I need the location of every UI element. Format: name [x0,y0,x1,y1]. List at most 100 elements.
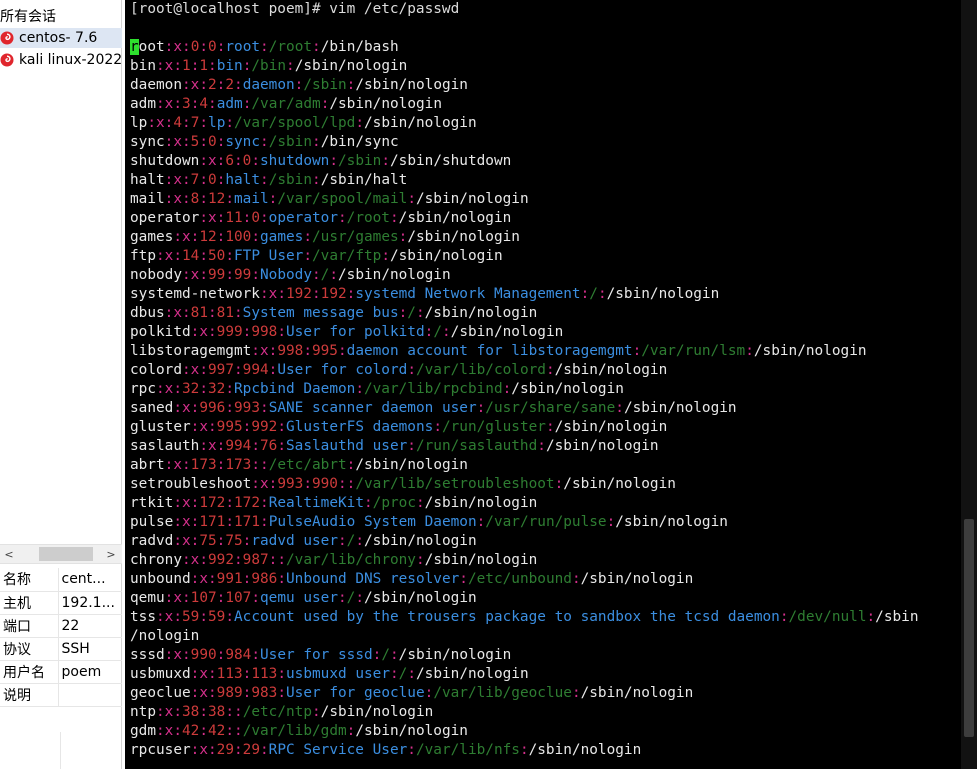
field-separator: : [234,704,243,720]
passwd-line: sssd:x:990:984:User for sssd:/:/sbin/nol… [130,646,919,665]
passwd-username: colord [130,362,182,378]
field-separator: : [208,96,217,112]
field-separator: : [173,96,183,112]
passwd-username-rest: oot [138,39,165,55]
scroll-left-arrow-icon[interactable]: < [0,545,18,563]
field-separator: : [182,39,191,55]
passwd-password: x [173,305,182,321]
field-separator: : [251,153,261,169]
property-row: 说明 [0,683,122,707]
scroll-right-arrow-icon[interactable]: > [102,545,120,563]
passwd-line: tss:x:59:59:Account used by the trousers… [130,608,919,627]
passwd-gecos: RealtimeKit [268,495,364,511]
field-separator: : [615,400,624,416]
field-separator: : [424,324,434,340]
passwd-gid: 1 [199,58,209,74]
passwd-password: x [199,742,208,758]
passwd-password: x [268,286,278,302]
field-separator: : [597,286,607,302]
passwd-shell: /sbin/nologin [580,685,694,701]
passwd-shell: /sbin/nologin [398,647,512,663]
passwd-home: /run/gluster [441,419,546,435]
passwd-home: /etc/abrt [268,457,347,473]
field-separator: : [260,134,269,150]
passwd-username: tss [130,609,156,625]
terminal-window[interactable]: [root@localhost poem]# vim /etc/passwd r… [125,0,977,769]
field-separator: : [234,723,243,739]
scrollbar-thumb[interactable] [964,519,974,737]
field-separator: : [476,514,486,530]
passwd-gecos: lp [208,115,226,131]
session-item-kali[interactable]: kali linux-2022 [0,50,122,70]
passwd-username: polkitd [130,324,191,340]
passwd-shell: /sbin/nologin [580,571,694,587]
field-separator: : [286,58,295,74]
passwd-shell: /sbin/nologin [415,191,529,207]
passwd-home: /var/spool/lpd [234,115,356,131]
field-separator: : [181,267,191,283]
passwd-uid: 172 [199,495,226,511]
passwd-line: rtkit:x:172:172:RealtimeKit:/proc:/sbin/… [130,494,919,513]
field-separator: : [234,77,243,93]
session-item-label: kali linux-2022 [19,52,122,68]
terminal-vertical-scrollbar[interactable] [961,0,977,769]
property-row: 协议 SSH [0,637,122,661]
field-separator: : [606,514,616,530]
passwd-password: x [173,191,182,207]
property-row: 用户名 poem [0,660,122,684]
field-separator: : [779,609,789,625]
passwd-password: x [199,571,208,587]
session-horizontal-scrollbar[interactable]: < > [0,544,122,564]
passwd-line: rpcuser:x:29:29:RPC Service User:/var/li… [130,741,919,760]
passwd-gecos: operator [268,210,338,226]
passwd-gid: 113 [251,666,278,682]
field-separator: : [312,134,321,150]
field-separator: : [208,324,217,340]
passwd-home: /etc/ntp [242,704,312,720]
field-separator: : [199,381,209,397]
passwd-gecos: System message bus [242,305,399,321]
field-separator: : [182,191,191,207]
field-separator: : [337,533,347,549]
field-separator: : [303,476,312,492]
field-separator: : [251,457,261,473]
field-separator: : [260,495,269,511]
passwd-gid: 984 [225,647,252,663]
passwd-username: root [130,39,165,55]
field-separator: : [182,115,191,131]
field-separator: : [199,39,209,55]
session-properties-table: 名称 cent... 主机 192.1... 端口 22 协议 SSH 用户名 … [0,568,122,707]
field-separator: : [199,438,208,454]
passwd-username: shutdown [130,153,200,169]
passwd-shell: /sbin/nologin [355,77,468,93]
field-separator: : [277,552,287,568]
passwd-uid: 42 [182,723,200,739]
passwd-gecos: User for polkitd [286,324,425,340]
passwd-line: systemd-network:x:192:192:systemd Networ… [130,285,919,304]
passwd-shell: /sbin/shutdown [390,153,512,169]
field-separator: : [225,381,235,397]
scrollbar-thumb[interactable] [39,547,93,561]
passwd-gid: 42 [208,723,226,739]
passwd-gecos: shutdown [260,153,330,169]
passwd-gecos: usbmuxd user [286,666,390,682]
field-separator: : [147,115,156,131]
field-separator: : [156,381,165,397]
field-separator: : [199,362,208,378]
passwd-gid: 81 [216,305,234,321]
session-swirl-icon [0,31,14,45]
field-separator: : [355,533,364,549]
passwd-gecos: sync [225,134,261,150]
passwd-username: halt [130,172,165,188]
passwd-line: saslauth:x:994:76:Saslauthd user:/run/sa… [130,437,919,456]
passwd-gid: 12 [208,191,226,207]
passwd-shell: /sbin/nologin [364,590,477,606]
field-separator: : [156,58,165,74]
field-separator: : [208,666,217,682]
passwd-gecos: halt [225,172,261,188]
session-item-centos[interactable]: centos- 7.6 [0,28,122,48]
passwd-username: abrt [130,457,165,473]
passwd-password: x [259,476,269,492]
passwd-line: ftp:x:14:50:FTP User:/var/ftp:/sbin/nolo… [130,247,919,266]
